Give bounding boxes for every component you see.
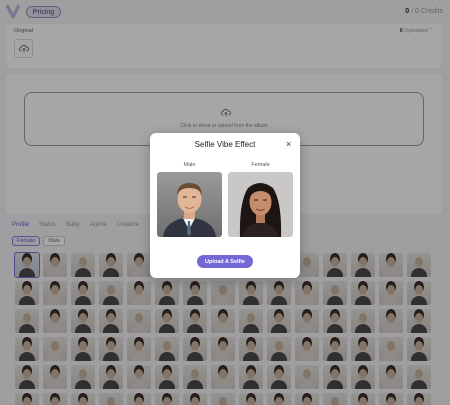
male-portrait [157, 172, 222, 237]
close-icon[interactable]: × [286, 140, 291, 149]
upload-selfie-button[interactable]: Upload A Selfie [197, 255, 253, 268]
female-portrait [228, 172, 293, 237]
female-sample-image[interactable] [228, 172, 293, 237]
male-label: Male [183, 162, 196, 168]
male-sample-image[interactable] [157, 172, 222, 237]
selfie-vibe-modal: Selfie Vibe Effect × Male Female Upload … [150, 133, 300, 278]
modal-title: Selfie Vibe Effect [194, 140, 256, 149]
female-label: Female [251, 162, 270, 168]
